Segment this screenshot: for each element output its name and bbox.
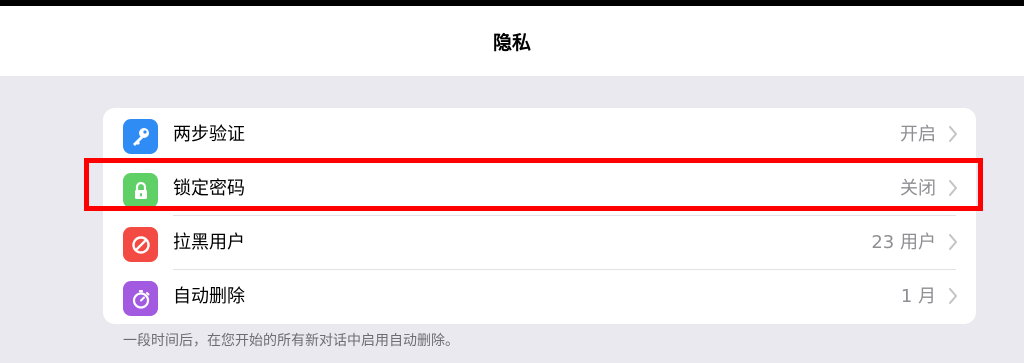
- timer-icon: [123, 281, 158, 316]
- row-auto-delete[interactable]: 自动删除 1 月: [103, 270, 976, 324]
- block-icon: [123, 227, 158, 262]
- chevron-right-icon: [949, 126, 957, 142]
- row-label: 自动删除: [173, 286, 245, 307]
- privacy-settings-list: 两步验证 开启 锁定密码 关闭 拉黑用户 23 用户 自动删除 1 月: [103, 108, 976, 324]
- page-title: 隐私: [492, 31, 531, 54]
- row-value: 23 用户: [871, 232, 936, 253]
- row-value: 1 月: [900, 286, 936, 307]
- key-icon: [123, 119, 158, 154]
- row-value: 开启: [900, 124, 936, 145]
- row-blocked-users[interactable]: 拉黑用户 23 用户: [103, 216, 976, 270]
- highlight-box: [84, 158, 983, 211]
- row-two-step-verification[interactable]: 两步验证 开启: [103, 108, 976, 162]
- chevron-right-icon: [949, 288, 957, 304]
- row-label: 两步验证: [173, 124, 245, 145]
- chevron-right-icon: [949, 234, 957, 250]
- auto-delete-footnote: 一段时间后，在您开始的所有新对话中启用自动删除。: [123, 333, 459, 349]
- nav-header: 隐私: [0, 6, 1024, 76]
- row-label: 拉黑用户: [173, 232, 245, 253]
